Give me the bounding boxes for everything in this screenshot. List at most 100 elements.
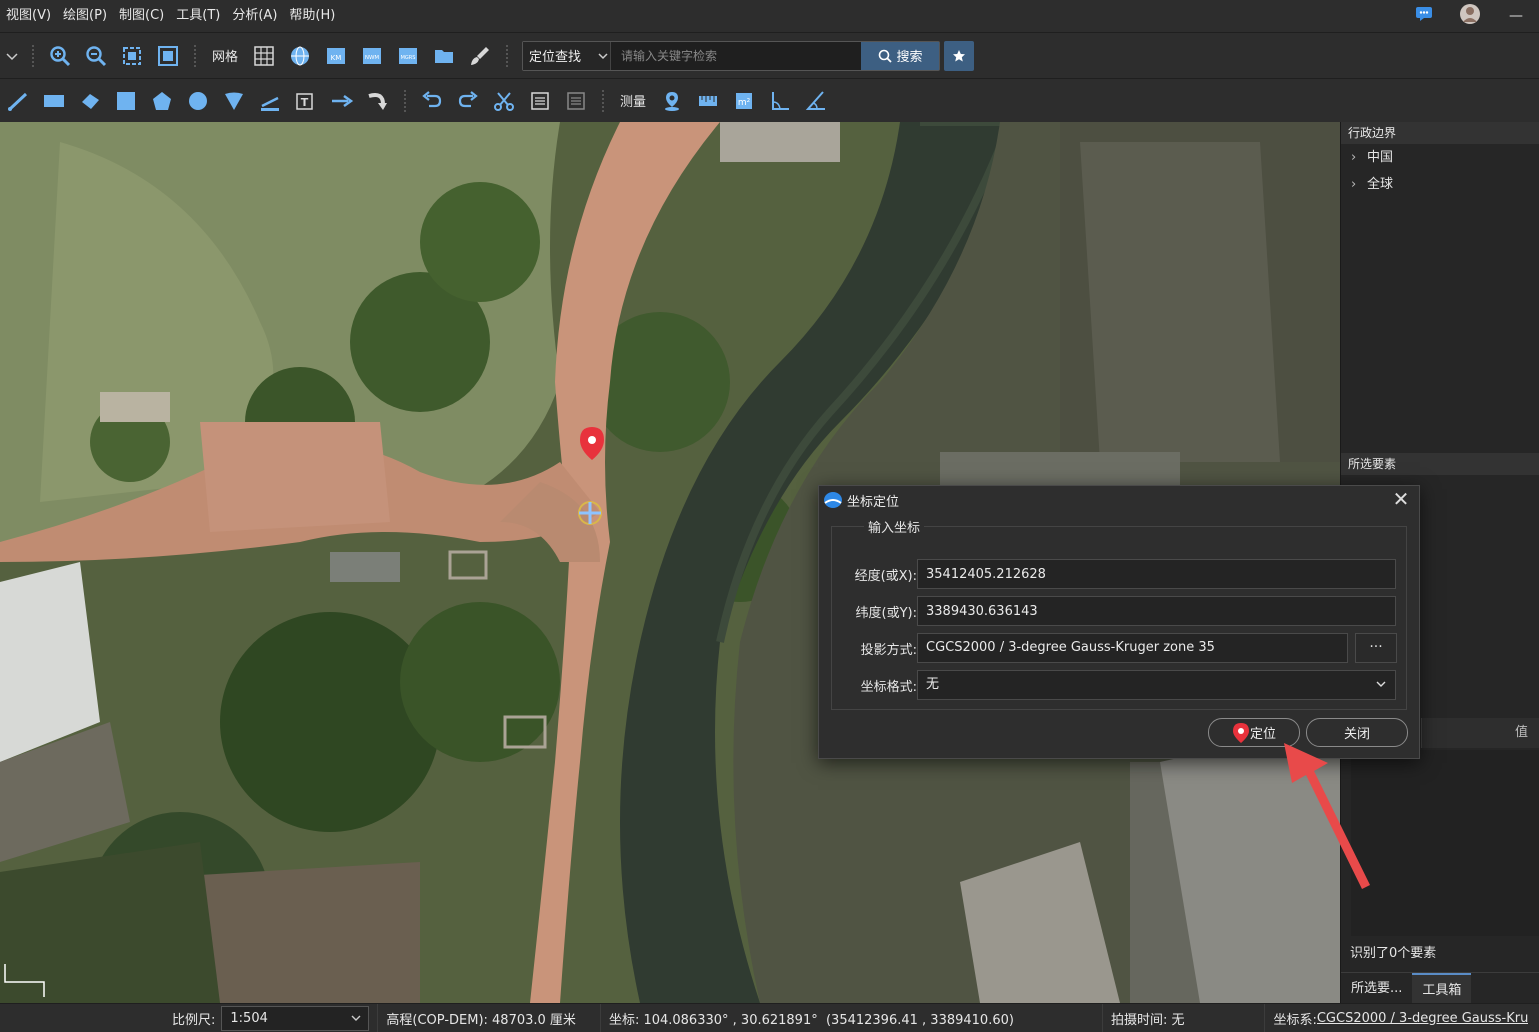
square-draw-icon[interactable] bbox=[108, 85, 144, 117]
measure-area-icon[interactable]: m² bbox=[726, 85, 762, 117]
search-button-label: 搜索 bbox=[896, 50, 923, 65]
status-bar: 比例尺: 1:504 高程(COP-DEM): 48703.0 厘米 坐标: 1… bbox=[0, 1003, 1539, 1032]
freehand-polygon-icon[interactable] bbox=[72, 85, 108, 117]
location-search-box: 定位查找 搜索 bbox=[522, 40, 941, 71]
separator bbox=[506, 44, 509, 67]
separator bbox=[32, 44, 34, 67]
latitude-input[interactable] bbox=[917, 596, 1396, 626]
chevron-down-icon bbox=[598, 52, 608, 59]
search-input[interactable] bbox=[611, 41, 862, 70]
zoom-out-icon[interactable] bbox=[78, 40, 114, 72]
scale-dropdown[interactable]: 1:504 bbox=[221, 1005, 370, 1031]
svg-text:m²: m² bbox=[738, 98, 751, 108]
separator bbox=[602, 89, 604, 112]
search-button[interactable]: 搜索 bbox=[861, 41, 940, 70]
coordinate-readout: 坐标: 104.086330° , 30.621891° (35412396.4… bbox=[608, 1012, 1014, 1028]
sector-icon[interactable] bbox=[216, 85, 252, 117]
longitude-input[interactable] bbox=[917, 559, 1396, 589]
chevron-down-icon bbox=[1375, 671, 1387, 699]
tree-item-china[interactable]: › 中国 bbox=[1341, 144, 1539, 171]
tab-toolbox[interactable]: 工具箱 bbox=[1412, 973, 1472, 1003]
mgrs-grid-icon[interactable]: MGRS bbox=[390, 40, 426, 72]
measure-angle-icon[interactable] bbox=[762, 85, 798, 117]
grid-icon[interactable] bbox=[246, 40, 282, 72]
minimize-icon[interactable]: — bbox=[1493, 8, 1539, 24]
dialog-titlebar[interactable]: 坐标定位 bbox=[819, 486, 1419, 514]
projection-row: 投影方式: CGCS2000 / 3-degree Gauss-Kruger z… bbox=[832, 633, 1408, 663]
nwm-grid-icon[interactable]: NWM bbox=[354, 40, 390, 72]
selected-features-header: 所选要素 bbox=[1341, 453, 1539, 475]
chevron-right-icon: › bbox=[1351, 177, 1357, 192]
tab-selected-features[interactable]: 所选要... bbox=[1341, 973, 1412, 1003]
brush-icon[interactable] bbox=[462, 40, 498, 72]
pentagon-icon[interactable] bbox=[144, 85, 180, 117]
polyline-icon[interactable] bbox=[0, 85, 36, 117]
latitude-label: 纬度(或Y): bbox=[855, 605, 917, 621]
projection-more-button[interactable]: ··· bbox=[1355, 633, 1397, 663]
tree-item-label: 中国 bbox=[1367, 150, 1394, 165]
rectangle-draw-icon[interactable] bbox=[36, 85, 72, 117]
menu-cartography[interactable]: 制图(C) bbox=[113, 0, 170, 32]
format-value: 无 bbox=[926, 677, 940, 692]
scissors-icon[interactable] bbox=[486, 85, 522, 117]
user-avatar[interactable] bbox=[1447, 3, 1493, 29]
full-extent-icon[interactable] bbox=[150, 40, 186, 72]
measure-label: 测量 bbox=[620, 95, 647, 110]
svg-text:MGRS: MGRS bbox=[401, 55, 416, 61]
projection-field[interactable]: CGCS2000 / 3-degree Gauss-Kruger zone 35 bbox=[917, 633, 1348, 663]
menu-bar: 视图(V) 绘图(P) 制图(C) 工具(T) 分析(A) 帮助(H) — bbox=[0, 0, 1539, 32]
main-toolbar: 网格 KM NWM MGRS 定位查找 搜索 bbox=[0, 32, 1539, 78]
undo-icon[interactable] bbox=[414, 85, 450, 117]
longitude-row: 经度(或X): bbox=[832, 559, 1408, 589]
layout-dropdown-icon[interactable] bbox=[0, 40, 24, 72]
separator bbox=[194, 44, 196, 67]
km-grid-icon[interactable]: KM bbox=[318, 40, 354, 72]
close-icon[interactable]: ✕ bbox=[1391, 489, 1411, 511]
scale-label: 比例尺: bbox=[172, 1012, 216, 1028]
curve-arrow-icon[interactable] bbox=[360, 85, 396, 117]
attribute-table-icon[interactable] bbox=[522, 85, 558, 117]
zoom-extent-icon[interactable] bbox=[114, 40, 150, 72]
annotation-arrow-icon bbox=[1284, 743, 1370, 889]
menu-analysis[interactable]: 分析(A) bbox=[226, 0, 283, 32]
circle-draw-icon[interactable] bbox=[180, 85, 216, 117]
capture-time: 拍摄时间: 无 bbox=[1110, 1012, 1185, 1028]
input-coordinates-group: 输入坐标 经度(或X): 纬度(或Y): 投影方式: CGCS2000 / 3-… bbox=[831, 517, 1408, 710]
panel-tabs: 所选要... 工具箱 bbox=[1341, 972, 1539, 1003]
buffer-icon[interactable] bbox=[252, 85, 288, 117]
favorite-button[interactable] bbox=[944, 40, 975, 71]
menu-view[interactable]: 视图(V) bbox=[0, 0, 57, 32]
drawing-toolbar: T 测量 m² bbox=[0, 78, 1539, 122]
lat-lon-grid-icon[interactable] bbox=[282, 40, 318, 72]
chat-icon[interactable] bbox=[1401, 6, 1447, 26]
grid-label: 网格 bbox=[212, 50, 239, 65]
folder-icon[interactable] bbox=[426, 40, 462, 72]
chevron-right-icon: › bbox=[1351, 150, 1357, 165]
format-dropdown[interactable]: 无 bbox=[917, 670, 1396, 700]
redo-icon[interactable] bbox=[450, 85, 486, 117]
arrow-draw-icon[interactable] bbox=[324, 85, 360, 117]
group-title: 输入坐标 bbox=[864, 517, 925, 536]
search-icon bbox=[878, 49, 892, 63]
projection-label: 投影方式: bbox=[860, 642, 917, 658]
recognized-count-text: 识别了0个要素 bbox=[1350, 946, 1437, 961]
crs-link[interactable]: CGCS2000 / 3-degree Gauss-Kru bbox=[1317, 1011, 1529, 1026]
measure-azimuth-icon[interactable] bbox=[798, 85, 834, 117]
text-label-icon[interactable]: T bbox=[288, 85, 324, 117]
admin-boundary-header: 行政边界 bbox=[1341, 122, 1539, 144]
format-label: 坐标格式: bbox=[860, 679, 917, 695]
search-type-label: 定位查找 bbox=[529, 50, 582, 65]
menu-tools[interactable]: 工具(T) bbox=[170, 0, 226, 32]
tree-item-global[interactable]: › 全球 bbox=[1341, 171, 1539, 198]
menu-draw[interactable]: 绘图(P) bbox=[57, 0, 113, 32]
measure-distance-icon[interactable] bbox=[690, 85, 726, 117]
chevron-down-icon bbox=[351, 1015, 361, 1021]
value-column-header: 值 bbox=[1421, 718, 1539, 748]
svg-text:T: T bbox=[301, 96, 309, 109]
separator bbox=[404, 89, 406, 112]
menu-help[interactable]: 帮助(H) bbox=[283, 0, 341, 32]
search-type-dropdown[interactable]: 定位查找 bbox=[523, 41, 612, 70]
list-view-icon[interactable] bbox=[558, 85, 594, 117]
measure-point-icon[interactable] bbox=[654, 85, 690, 117]
zoom-in-icon[interactable] bbox=[42, 40, 78, 72]
